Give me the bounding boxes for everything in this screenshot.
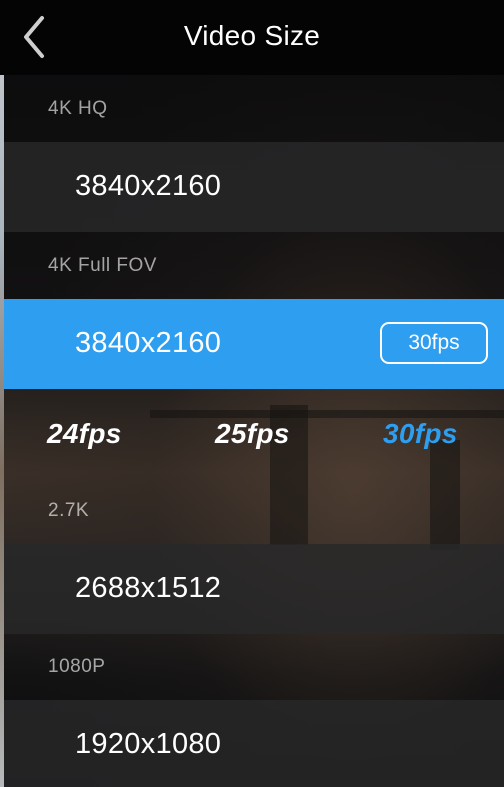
- resolution-label: 3840x2160: [75, 170, 222, 202]
- header-bar: Video Size: [0, 0, 504, 75]
- fps-option-30[interactable]: 30fps: [383, 418, 458, 450]
- fps-option-25[interactable]: 25fps: [215, 418, 290, 450]
- section-label-1080p: 1080P: [48, 656, 106, 677]
- resolution-row-4k-hq[interactable]: 3840x2160: [4, 142, 504, 232]
- section-label-4k-full-fov: 4K Full FOV: [48, 255, 157, 276]
- left-edge-strip: [0, 0, 4, 787]
- resolution-row-2-7k[interactable]: 2688x1512: [4, 544, 504, 634]
- resolution-label: 1920x1080: [75, 728, 222, 760]
- section-label-4k-hq: 4K HQ: [48, 98, 108, 119]
- resolution-row-1080p[interactable]: 1920x1080: [4, 700, 504, 787]
- video-size-screen: Video Size 4K HQ 3840x2160 4K Full FOV 3…: [0, 0, 504, 787]
- resolution-label: 3840x2160: [75, 327, 222, 359]
- section-label-2-7k: 2.7K: [48, 500, 90, 521]
- resolution-row-4k-full-fov[interactable]: 3840x2160 30fps: [4, 299, 504, 389]
- background-bridge-tower: [430, 440, 460, 550]
- page-title: Video Size: [183, 20, 321, 51]
- background-bridge-shape: [150, 410, 504, 418]
- fps-badge: 30fps: [380, 322, 488, 364]
- resolution-label: 2688x1512: [75, 572, 222, 604]
- fps-option-24[interactable]: 24fps: [47, 418, 122, 450]
